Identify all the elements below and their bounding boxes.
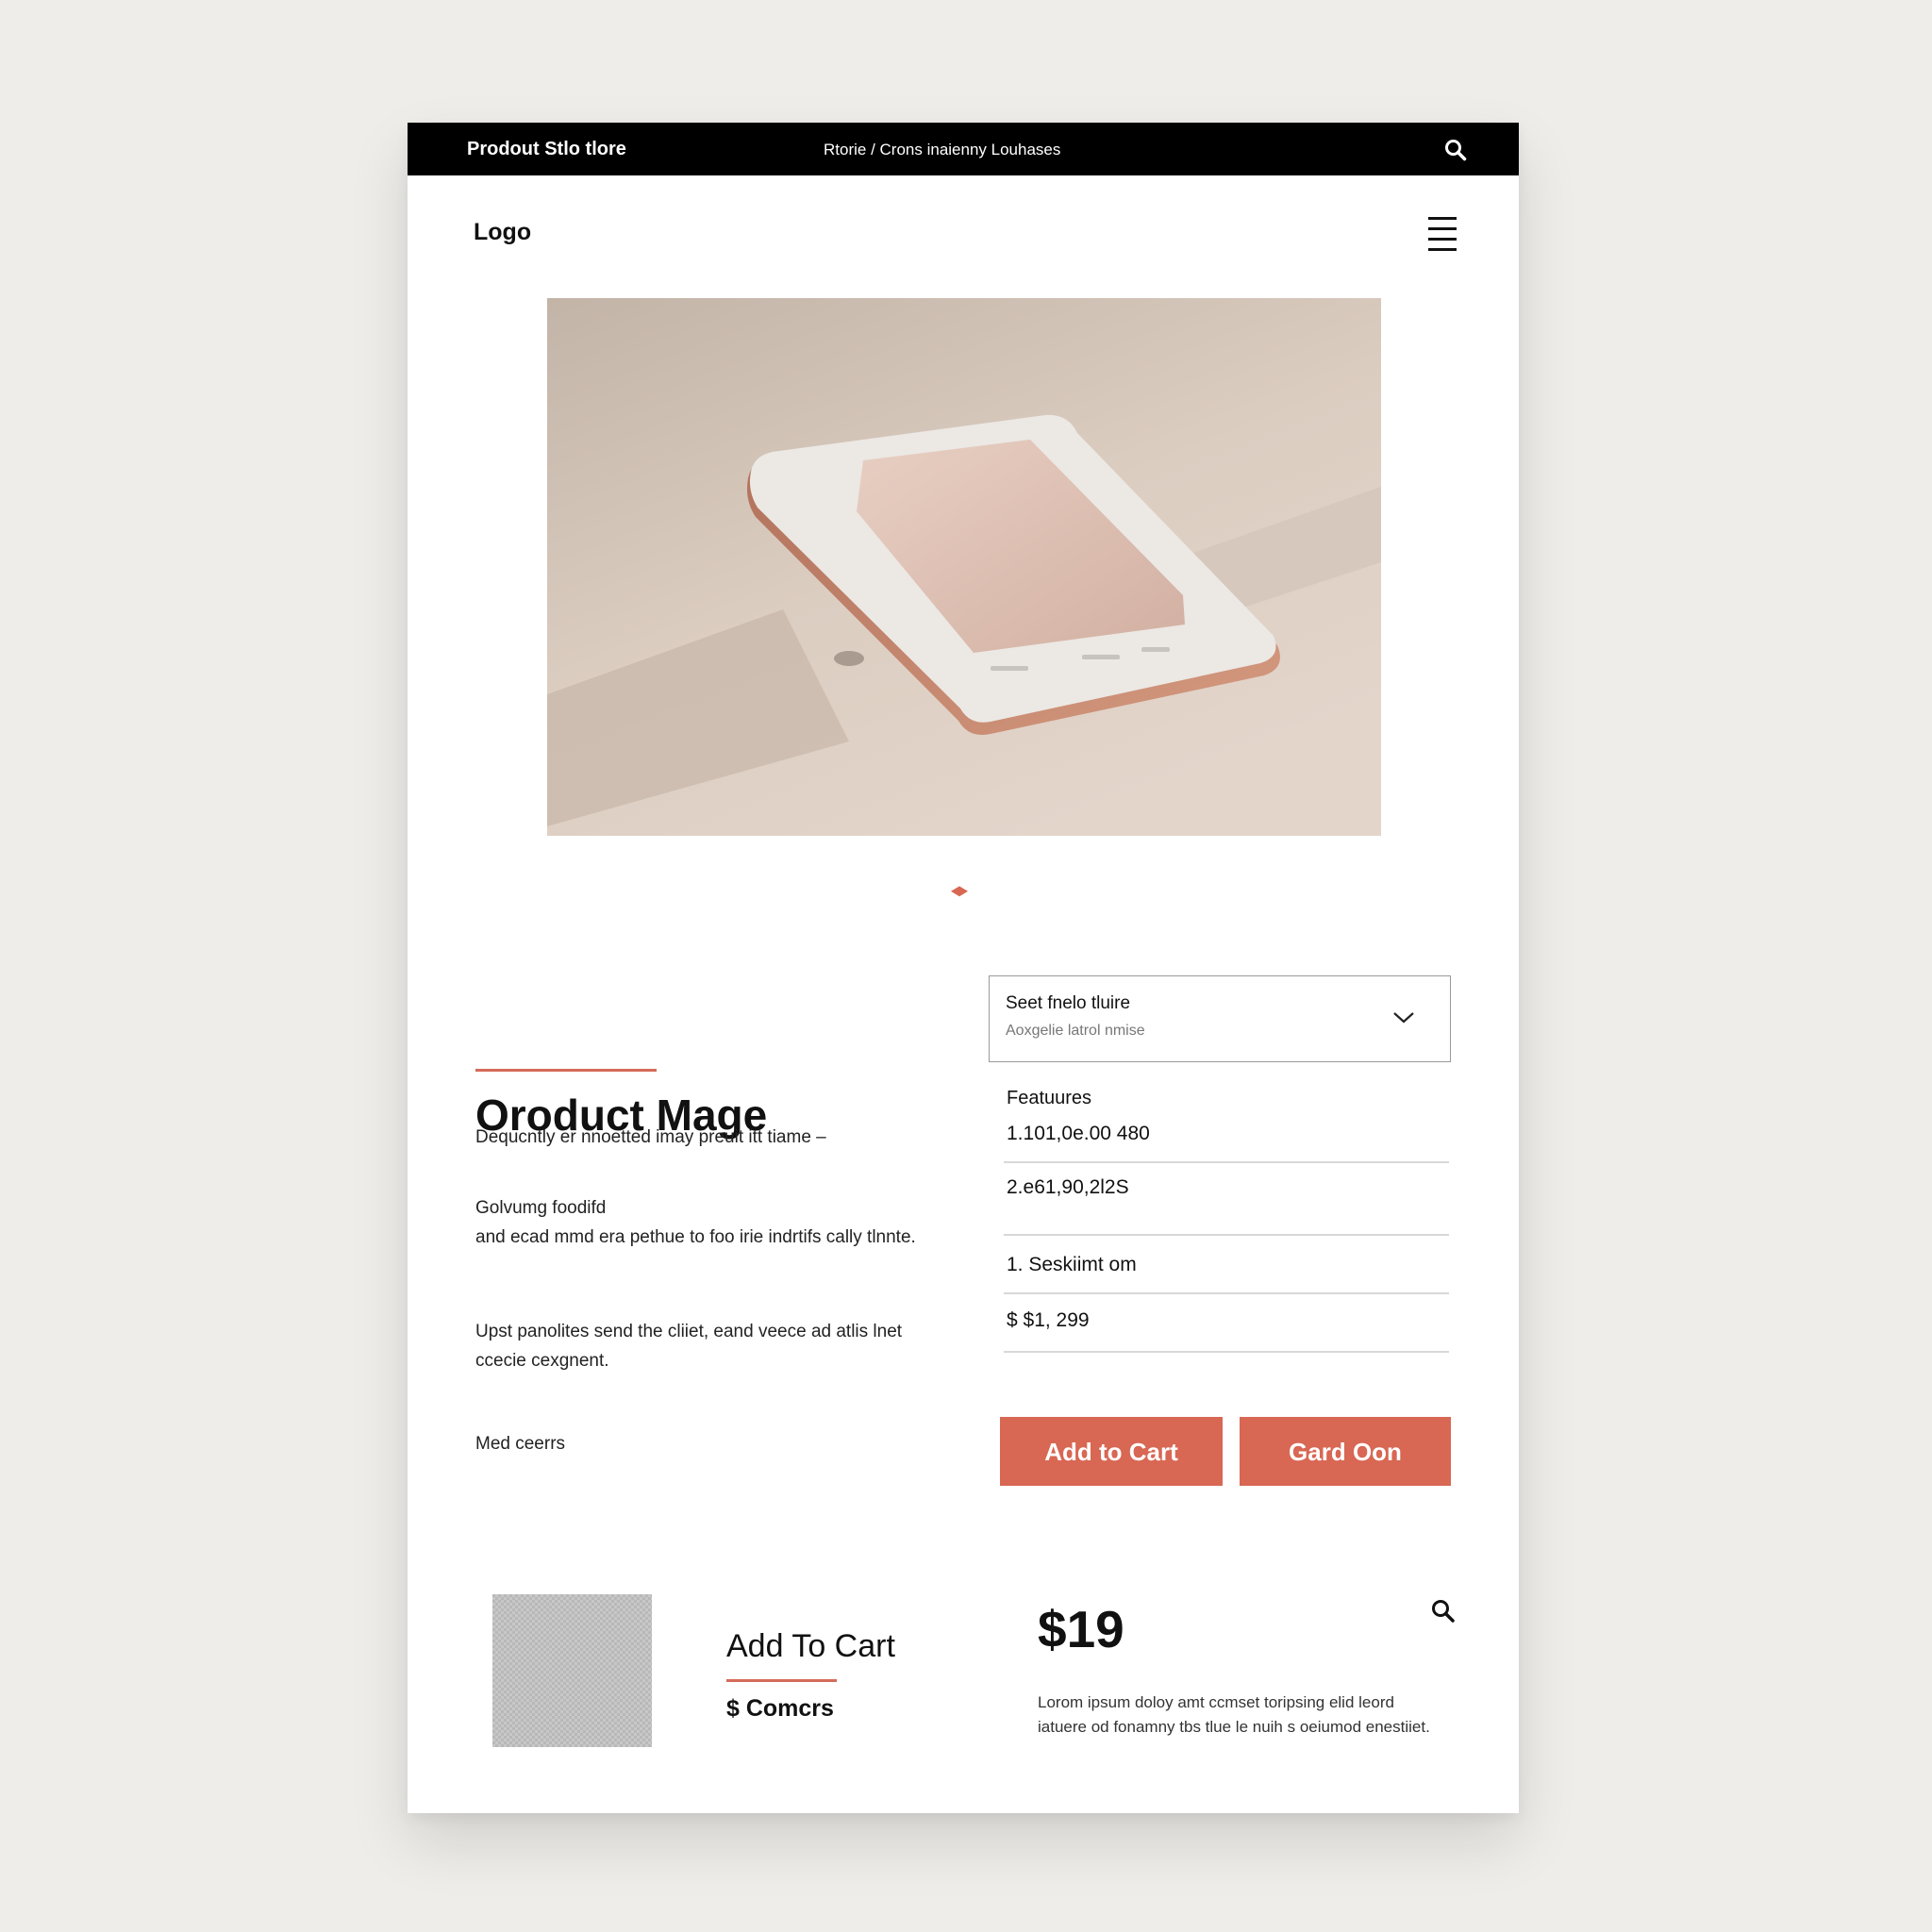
select-value: Seet fnelo tluire xyxy=(1006,993,1131,1013)
product-hero-image xyxy=(547,298,1381,836)
chevron-down-icon xyxy=(1391,1010,1416,1025)
product-description-3: Upst panolites send the cliiet, eand vee… xyxy=(475,1322,903,1371)
product-description-4[interactable]: Med ceerrs xyxy=(475,1429,947,1458)
divider xyxy=(1004,1234,1449,1236)
carousel-dot-icon[interactable] xyxy=(949,881,970,902)
bottom-underline xyxy=(726,1679,837,1682)
product-description-2: Golvumg foodifd and ecad mmd era pethue … xyxy=(475,1198,916,1247)
product-page: Prodout Stlo tlore Rtorie / Crons inaien… xyxy=(408,123,1519,1813)
divider xyxy=(1004,1351,1449,1353)
price-row: $ $1, 299 xyxy=(1007,1309,1090,1331)
feature-row: 1. Seskiimt om xyxy=(1007,1254,1137,1275)
add-to-cart-button[interactable]: Add to Cart xyxy=(1000,1417,1223,1486)
feature-row: 2.e61,90,2l2S xyxy=(1007,1176,1129,1198)
product-description-1: Dequcntly er nnoetted imay preuit itt ti… xyxy=(475,1127,826,1147)
option-select[interactable]: Seet fnelo tluire Aoxgelie latrol nmise xyxy=(989,975,1451,1062)
card-on-button[interactable]: Gard Oon xyxy=(1240,1417,1451,1486)
search-icon[interactable] xyxy=(1443,138,1468,162)
feature-row: 1.101,0e.00 480 xyxy=(1007,1123,1150,1144)
bottom-price: $19 xyxy=(1038,1600,1124,1658)
store-name[interactable]: Prodout Stlo tlore xyxy=(467,139,626,160)
menu-icon[interactable] xyxy=(1428,217,1457,251)
select-hint: Aoxgelie latrol nmise xyxy=(1006,1023,1145,1039)
breadcrumb[interactable]: Rtorie / Crons inaienny Louhases xyxy=(824,141,1060,159)
top-bar: Prodout Stlo tlore Rtorie / Crons inaien… xyxy=(408,123,1519,175)
divider xyxy=(1004,1292,1449,1294)
logo[interactable]: Logo xyxy=(474,219,531,246)
search-icon[interactable] xyxy=(1430,1598,1457,1624)
divider xyxy=(1004,1161,1449,1163)
product-thumbnail[interactable] xyxy=(492,1594,652,1747)
bottom-add-to-cart-link[interactable]: Add To Cart xyxy=(726,1628,895,1665)
bottom-description: Lorom ipsum doloy amt ccmset toripsing e… xyxy=(1038,1693,1430,1736)
features-label: Featuures xyxy=(1007,1088,1092,1108)
title-underline xyxy=(475,1069,657,1072)
bottom-subtitle: $ Comcrs xyxy=(726,1695,834,1722)
